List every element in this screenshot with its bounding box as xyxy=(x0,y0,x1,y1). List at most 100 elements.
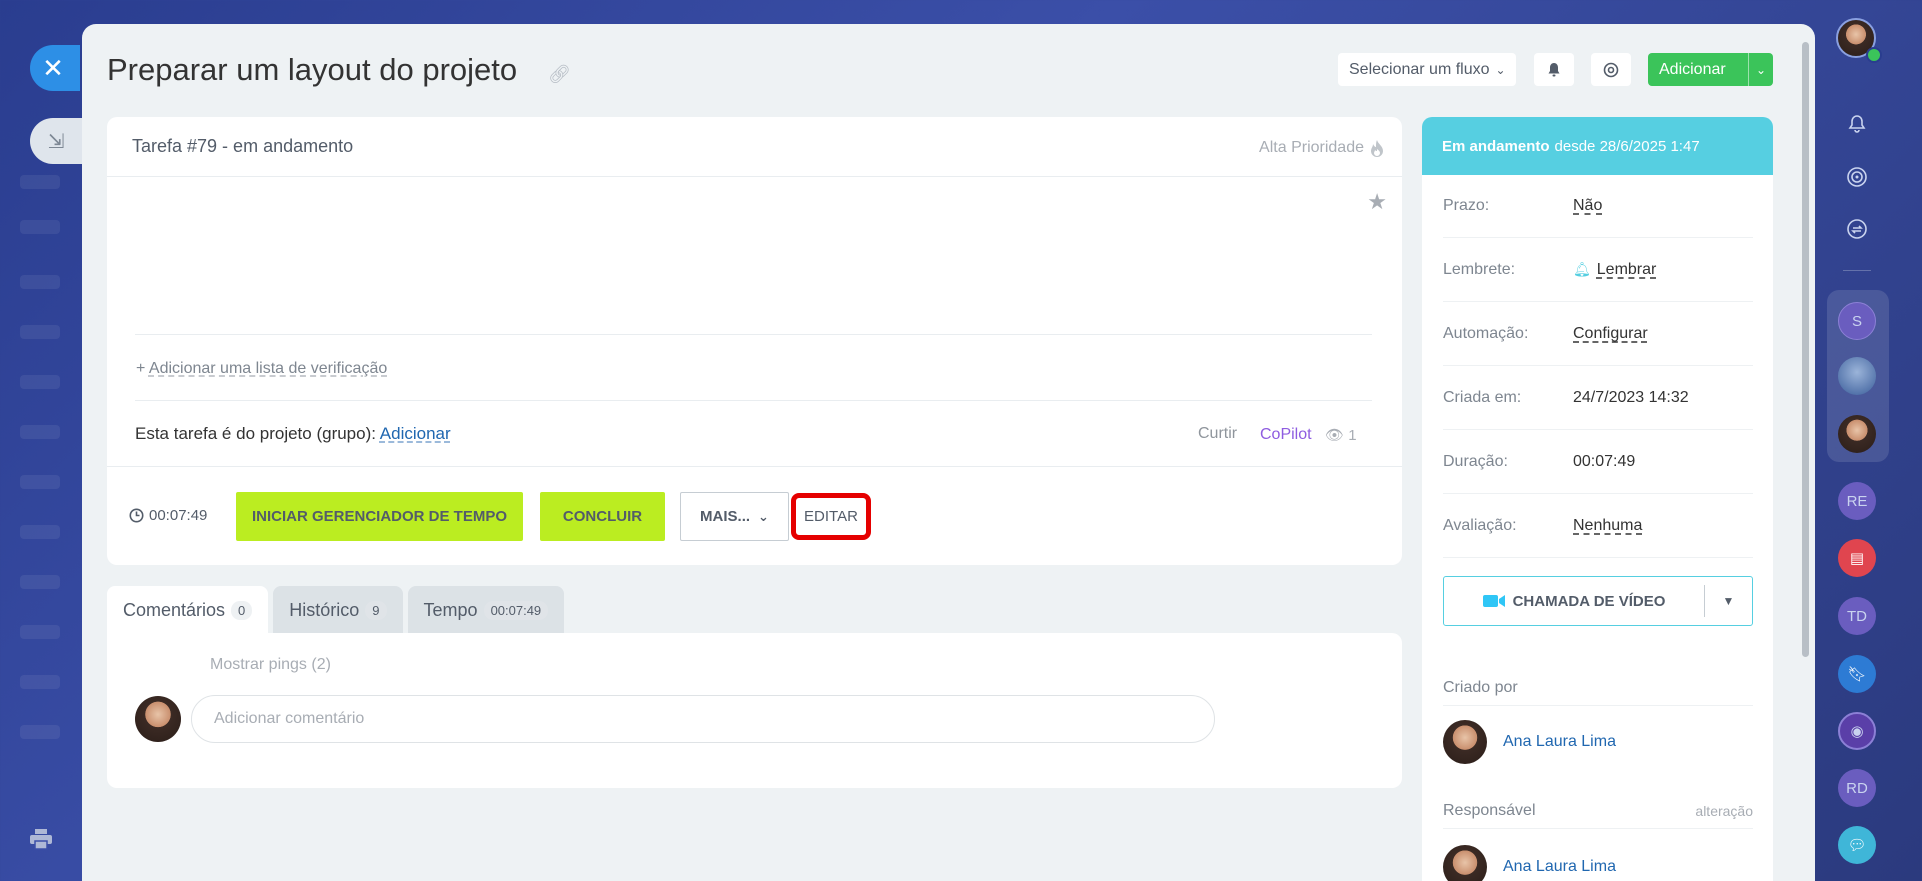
tab-count: 00:07:49 xyxy=(483,600,549,620)
add-checklist-label: Adicionar uma lista de verificação xyxy=(148,360,388,377)
row-label: Automação: xyxy=(1443,324,1529,342)
divider xyxy=(107,466,1402,467)
creator-row: Ana Laura Lima xyxy=(1443,717,1616,767)
notifications-icon[interactable] xyxy=(1838,105,1876,143)
deadline-row: Prazo: Não xyxy=(1443,174,1753,238)
close-button[interactable]: ✕ xyxy=(30,45,80,91)
duration-value: 00:07:49 xyxy=(1573,452,1636,470)
automation-value[interactable]: Configurar xyxy=(1573,325,1648,343)
rating-value[interactable]: Nenhuma xyxy=(1573,517,1642,535)
tab-label: Histórico xyxy=(289,599,360,620)
video-call-label: CHAMADA DE VÍDEO xyxy=(1512,592,1666,610)
timer-value: 00:07:49 xyxy=(149,507,208,524)
more-button[interactable]: MAIS... ⌄ xyxy=(680,492,789,541)
task-sidebar: Em andamento desde 28/6/2025 1:47 Prazo:… xyxy=(1422,117,1773,881)
priority-toggle[interactable]: Alta Prioridade xyxy=(1259,139,1384,157)
reminder-value[interactable]: Lembrar xyxy=(1597,261,1657,279)
copilot-chat-icon[interactable]: ◉ xyxy=(1838,712,1876,750)
sync-icon[interactable] xyxy=(1838,210,1876,248)
responsible-name[interactable]: Ana Laura Lima xyxy=(1503,858,1616,876)
chat-avatar-landscape[interactable] xyxy=(1838,357,1876,395)
collapse-button[interactable]: ⇲ xyxy=(30,118,82,164)
task-number-status: Tarefa #79 - em andamento xyxy=(132,136,354,156)
task-card: Tarefa #79 - em andamento Alta Prioridad… xyxy=(107,117,1402,565)
created-value: 24/7/2023 14:32 xyxy=(1573,388,1689,406)
chat-avatar-td[interactable]: TD xyxy=(1838,597,1876,635)
clock-icon xyxy=(129,508,144,523)
start-time-tracker-button[interactable]: INICIAR GERENCIADOR DE TEMPO xyxy=(236,492,523,541)
avatar xyxy=(1443,845,1487,881)
responsible-row: Ana Laura Lima xyxy=(1443,842,1616,881)
online-status-icon xyxy=(1866,47,1882,63)
link-icon[interactable]: 🔗︎ xyxy=(548,64,571,85)
reminder-row: Lembrete: 🔔︎ Lembrar xyxy=(1443,238,1753,302)
show-pings-link[interactable]: Mostrar pings (2) xyxy=(210,656,331,674)
comments-panel: Mostrar pings (2) Adicionar comentário xyxy=(107,633,1402,788)
plus-icon: + xyxy=(136,360,149,377)
initials: S xyxy=(1851,312,1862,330)
priority-label: Alta Prioridade xyxy=(1259,139,1364,156)
divider xyxy=(1843,270,1871,271)
chevron-down-icon[interactable]: ⌄ xyxy=(1749,63,1773,77)
initials: RE xyxy=(1846,492,1868,510)
row-label: Lembrete: xyxy=(1443,260,1516,278)
notification-bell-button[interactable] xyxy=(1534,53,1574,86)
contact-card-icon[interactable]: ▤ xyxy=(1838,539,1876,577)
collapse-icon: ⇲ xyxy=(47,130,65,153)
close-icon: ✕ xyxy=(42,52,64,83)
rating-row: Avaliação: Nenhuma xyxy=(1443,494,1753,558)
flow-select-label: Selecionar um fluxo xyxy=(1349,60,1490,78)
target-icon[interactable] xyxy=(1838,158,1876,196)
video-call-main[interactable]: CHAMADA DE VÍDEO xyxy=(1444,593,1704,610)
creator-name[interactable]: Ana Laura Lima xyxy=(1503,733,1616,751)
chevron-down-icon: ⌄ xyxy=(758,508,769,524)
chat-bubble-icon[interactable]: 💬︎ xyxy=(1838,826,1876,864)
tab-count: 9 xyxy=(365,600,387,620)
views-count: 1 xyxy=(1348,427,1357,444)
bookmark-icon[interactable]: 🔖︎ xyxy=(1838,655,1876,693)
add-button[interactable]: Adicionar ⌄ xyxy=(1648,53,1773,86)
gear-icon xyxy=(1603,62,1619,77)
created-by-section: Criado por xyxy=(1443,670,1753,706)
scrollbar[interactable] xyxy=(1802,42,1809,657)
tab-count: 0 xyxy=(231,600,253,620)
section-label: Criado por xyxy=(1443,678,1518,696)
tab-comments[interactable]: Comentários 0 xyxy=(107,586,269,634)
status-since: desde 28/6/2025 1:47 xyxy=(1554,137,1700,155)
initials: TD xyxy=(1847,607,1867,625)
edit-button[interactable]: EDITAR xyxy=(791,493,871,540)
status-label: Em andamento xyxy=(1442,137,1550,155)
automation-row: Automação: Configurar xyxy=(1443,302,1753,366)
row-label: Duração: xyxy=(1443,452,1508,470)
chat-avatar-rd[interactable]: RD xyxy=(1838,769,1876,807)
deadline-value[interactable]: Não xyxy=(1573,197,1602,215)
comment-input[interactable]: Adicionar comentário xyxy=(191,695,1215,743)
project-row: Esta tarefa é do projeto (grupo): Adicio… xyxy=(135,424,451,444)
add-checklist-link[interactable]: + Adicionar uma lista de verificação xyxy=(136,360,387,378)
complete-button[interactable]: CONCLUIR xyxy=(540,492,665,541)
print-icon[interactable] xyxy=(29,828,55,852)
status-header: Em andamento desde 28/6/2025 1:47 xyxy=(1422,117,1773,175)
task-tabs: Comentários 0 Histórico 9 Tempo 00:07:49 xyxy=(107,586,565,634)
change-link[interactable]: alteração xyxy=(1695,803,1753,819)
chat-avatar-person[interactable] xyxy=(1838,415,1876,453)
divider xyxy=(135,334,1372,335)
settings-button[interactable] xyxy=(1591,53,1631,86)
project-add-link[interactable]: Adicionar xyxy=(380,424,451,443)
flame-icon xyxy=(1371,140,1383,157)
tab-history[interactable]: Histórico 9 xyxy=(273,586,403,634)
created-row: Criada em: 24/7/2023 14:32 xyxy=(1443,366,1753,430)
chat-avatar-re[interactable]: RE xyxy=(1838,482,1876,520)
tab-time[interactable]: Tempo 00:07:49 xyxy=(407,586,565,634)
chat-avatar-s[interactable]: S xyxy=(1838,302,1876,340)
copilot-button[interactable]: CoPilot xyxy=(1260,426,1312,444)
star-icon[interactable]: ★ xyxy=(1367,189,1387,215)
page-title: Preparar um layout do projeto xyxy=(107,52,518,87)
video-camera-icon xyxy=(1482,595,1505,607)
caret-down-icon[interactable]: ▼ xyxy=(1705,594,1752,608)
section-label: Responsável xyxy=(1443,801,1536,819)
flow-select[interactable]: Selecionar um fluxo ⌄ xyxy=(1338,53,1516,86)
tab-label: Tempo xyxy=(423,599,478,620)
video-call-button[interactable]: CHAMADA DE VÍDEO ▼ xyxy=(1443,576,1753,626)
like-button[interactable]: Curtir xyxy=(1198,425,1237,443)
